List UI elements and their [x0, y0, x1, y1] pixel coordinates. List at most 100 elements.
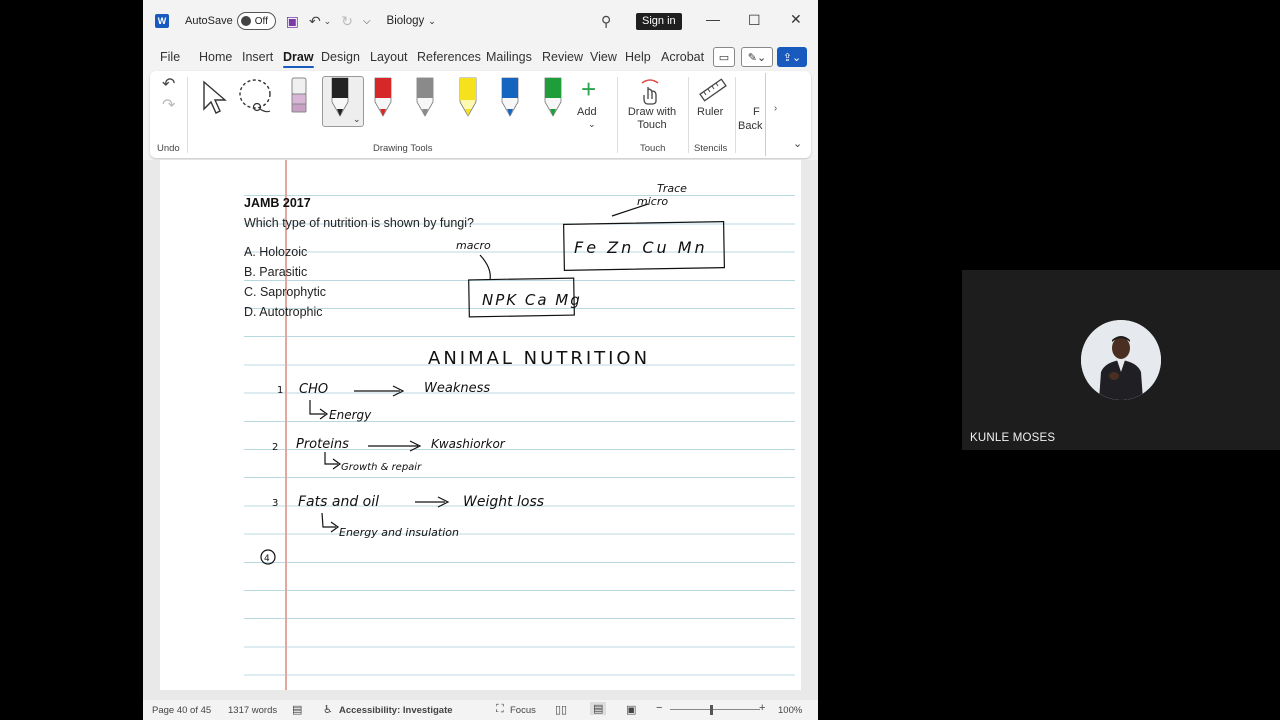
ink-macro-nutrients: NPK Ca Mg [482, 291, 582, 309]
tab-mailings[interactable]: Mailings [486, 50, 532, 64]
document-area: JAMB 2017 Which type of nutrition is sho… [143, 160, 818, 700]
ink-annotations: Trace micro macro Fe Zn Cu Mn NPK Ca Mg … [260, 182, 725, 565]
pen-red-icon[interactable] [374, 77, 392, 117]
tab-file[interactable]: File [160, 50, 180, 64]
zoom-slider[interactable] [670, 709, 760, 710]
focus-label[interactable]: Focus [510, 705, 536, 716]
tab-view[interactable]: View [590, 50, 617, 64]
pen-black-icon[interactable] [331, 77, 349, 117]
select-arrow-icon[interactable] [200, 79, 228, 115]
undo-icon[interactable]: ↶ [309, 13, 321, 30]
add-chevron-icon[interactable]: ⌄ [588, 118, 596, 131]
arrow-2 [368, 440, 422, 452]
maximize-icon[interactable]: ☐ [748, 12, 761, 29]
sign-in-button[interactable]: Sign in [636, 13, 682, 30]
tab-draw[interactable]: Draw [283, 50, 314, 68]
person-icon [1081, 320, 1161, 400]
highlighter-yellow-icon[interactable] [459, 77, 477, 117]
draw-with-touch-icon[interactable] [638, 77, 662, 105]
branch-2 [324, 452, 342, 470]
ribbon-redo-icon[interactable]: ↷ [162, 95, 175, 115]
tab-references[interactable]: References [417, 50, 481, 64]
ink-num-3: 3 [272, 498, 278, 509]
ribbon-undo-icon[interactable]: ↶ [162, 74, 175, 94]
customize-toolbar-icon[interactable]: ⌵ [363, 16, 371, 27]
pen-green-icon[interactable] [544, 77, 562, 117]
zoom-slider-thumb[interactable] [710, 705, 713, 715]
ink-num-2: 2 [272, 442, 278, 453]
ink-item-2-sub: Growth & repair [341, 462, 422, 473]
tab-insert[interactable]: Insert [242, 50, 273, 64]
eraser-icon[interactable] [288, 76, 310, 116]
ink-trace: Trace [657, 182, 687, 195]
branch-3 [321, 512, 340, 533]
separator [617, 77, 618, 153]
redo-icon[interactable]: ↻ [341, 13, 353, 30]
close-icon[interactable]: ✕ [790, 11, 802, 28]
undo-group-label: Undo [157, 143, 180, 154]
web-layout-icon[interactable]: ▣ [626, 703, 636, 716]
background-label-partial[interactable]: Back [738, 120, 762, 133]
undo-dropdown-icon[interactable]: ⌄ [324, 16, 332, 27]
zoom-out-icon[interactable]: − [656, 702, 662, 714]
touch-group-label: Touch [640, 143, 666, 154]
minimize-icon[interactable]: — [706, 11, 720, 27]
ink-micro: micro [637, 195, 668, 208]
zoom-in-icon[interactable]: + [759, 702, 765, 714]
separator [735, 77, 736, 153]
pen-options-chevron-icon[interactable]: ⌄ [353, 114, 361, 125]
proofing-icon[interactable]: ▤ [292, 703, 302, 716]
accessibility-icon[interactable]: ♿ [323, 703, 333, 716]
pen-blue-icon[interactable] [501, 77, 519, 117]
comments-icon[interactable]: ▭ [713, 47, 735, 67]
page-count[interactable]: Page 40 of 45 [152, 705, 211, 716]
print-layout-icon[interactable]: ▤ [590, 702, 607, 715]
zoom-level[interactable]: 100% [778, 705, 802, 716]
accessibility-status[interactable]: Accessibility: Investigate [339, 705, 453, 716]
tab-home[interactable]: Home [199, 50, 232, 64]
ink-num-1: 1 [277, 385, 283, 396]
separator [688, 77, 689, 153]
background-label-partial-top[interactable]: F [753, 106, 760, 119]
ink-item-2: Proteins [296, 437, 349, 452]
search-icon[interactable]: ⚲ [601, 13, 611, 30]
tab-design[interactable]: Design [321, 50, 360, 64]
word-count[interactable]: 1317 words [228, 705, 277, 716]
participant-avatar[interactable] [1081, 320, 1161, 400]
ink-item-1: CHO [299, 382, 328, 397]
autosave-toggle[interactable]: Off [236, 12, 276, 30]
add-pen-icon[interactable]: + [581, 74, 596, 105]
tab-help[interactable]: Help [625, 50, 651, 64]
document-page[interactable]: JAMB 2017 Which type of nutrition is sho… [160, 160, 801, 690]
pencil-gray-icon[interactable] [416, 77, 434, 117]
editing-icon[interactable]: ✎⌄ [741, 47, 773, 67]
chevron-down-icon: ⌄ [428, 15, 436, 26]
ruler-label[interactable]: Ruler [697, 106, 723, 119]
document-title[interactable]: Biology ⌄ [387, 15, 436, 27]
ribbon-scroll-right-icon[interactable]: › [765, 73, 785, 156]
ink-micro-nutrients: Fe Zn Cu Mn [574, 238, 708, 257]
lasso-select-icon[interactable] [238, 77, 274, 117]
autosave-state: Off [254, 15, 268, 27]
title-bar: W AutoSave Off ▣ ↶ ⌄ ↻ ⌵ Biology ⌄ ⚲ Sig… [143, 0, 818, 42]
tab-review[interactable]: Review [542, 50, 583, 64]
arrow-1 [354, 385, 405, 397]
ribbon-collapse-icon[interactable]: ⌄ [793, 137, 802, 150]
share-icon[interactable]: ⇪⌄ [777, 47, 807, 67]
read-mode-icon[interactable]: ▯▯ [555, 703, 567, 716]
status-bar: Page 40 of 45 1317 words ▤ ♿ Accessibili… [143, 700, 818, 720]
autosave-label: AutoSave [185, 15, 233, 27]
tab-acrobat[interactable]: Acrobat [661, 50, 704, 64]
ink-item-1-sub: Energy [329, 408, 372, 422]
word-window: W AutoSave Off ▣ ↶ ⌄ ↻ ⌵ Biology ⌄ ⚲ Sig… [143, 0, 818, 720]
focus-icon[interactable]: ⛶ [496, 703, 504, 716]
ink-item-3: Fats and oil [298, 494, 379, 510]
save-icon[interactable]: ▣ [286, 13, 299, 30]
stencils-group-label: Stencils [694, 143, 728, 154]
arrow-3 [415, 496, 450, 508]
draw-with-touch-label[interactable]: Draw with Touch [622, 106, 682, 132]
ruler-icon[interactable] [697, 75, 727, 105]
separator [187, 77, 188, 153]
ink-num-4: 4 [264, 554, 270, 564]
tab-layout[interactable]: Layout [370, 50, 408, 64]
